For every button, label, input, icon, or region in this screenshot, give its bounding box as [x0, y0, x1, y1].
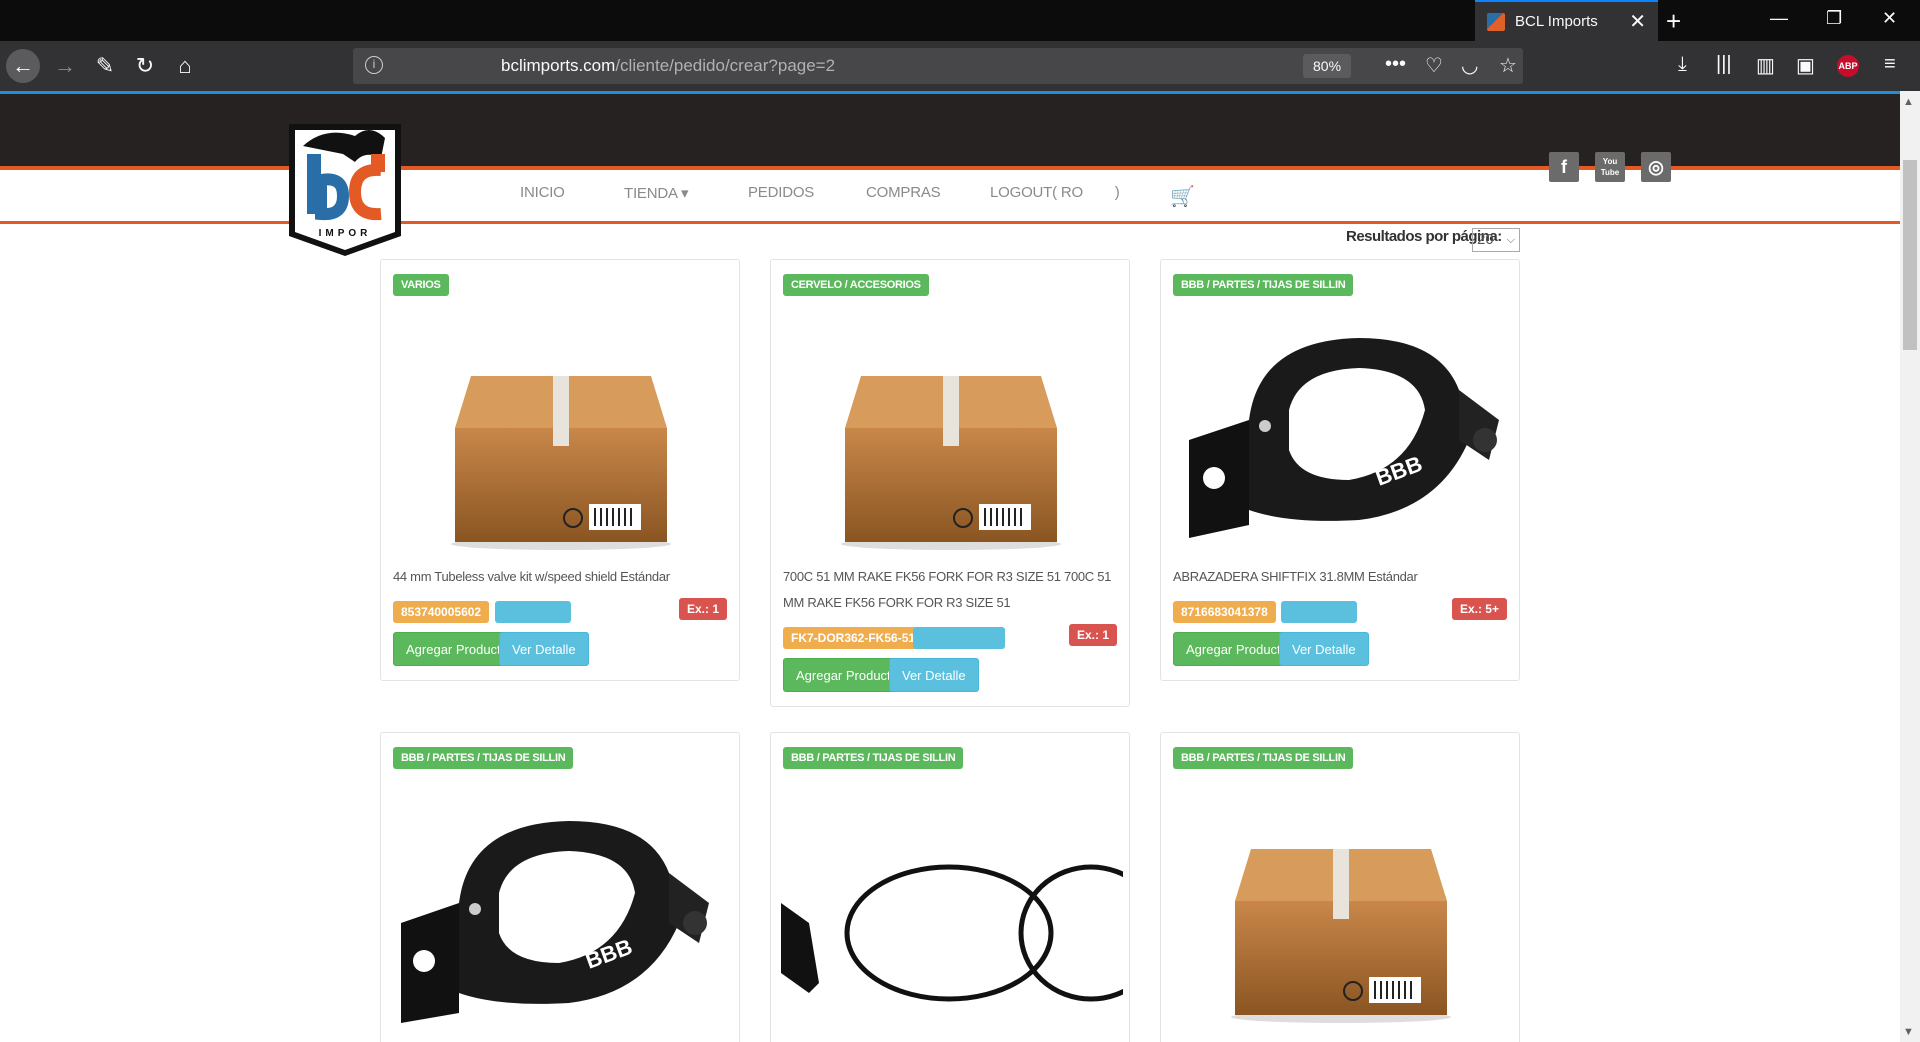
back-icon[interactable]: ← — [6, 49, 40, 83]
bcl-logo[interactable]: IMPOR — [285, 118, 405, 258]
category-badge: BBB / PARTES / TIJAS DE SILLIN — [393, 747, 574, 769]
reload-icon[interactable]: ↻ — [128, 49, 162, 83]
chevron-down-icon: ⌵ — [1506, 234, 1515, 246]
tab-title: BCL Imports — [1515, 13, 1598, 30]
view-detail-button[interactable]: Ver Detalle — [1279, 632, 1369, 666]
logo-text: IMPOR — [319, 228, 372, 239]
sku-badge: 8716683041378 — [1173, 601, 1276, 623]
category-badge: BBB / PARTES / TIJAS DE SILLIN — [1173, 274, 1354, 296]
category-badge: BBB / PARTES / TIJAS DE SILLIN — [783, 747, 964, 769]
cart-icon[interactable]: 🛒 — [1170, 184, 1195, 209]
minimize-icon[interactable]: — — [1770, 8, 1788, 29]
info-badge — [1281, 601, 1357, 623]
menu-icon[interactable]: ≡ — [1884, 53, 1896, 76]
stock-badge: Ex.: 1 — [678, 598, 727, 620]
library-icon[interactable]: ||| — [1716, 53, 1732, 76]
url-text[interactable]: bclimports.com/cliente/pedido/crear?page… — [501, 56, 835, 76]
browser-titlebar: BCL Imports ✕ + — ❐ ✕ — [0, 0, 1920, 41]
view-detail-button[interactable]: Ver Detalle — [499, 632, 589, 666]
product-image-clamp[interactable]: BBB — [1169, 310, 1513, 560]
scroll-up-icon[interactable]: ▲ — [1903, 96, 1914, 108]
product-card: BBB / PARTES / TIJAS DE SILLIN — [1160, 732, 1520, 1042]
zoom-indicator[interactable]: 80% — [1303, 54, 1352, 78]
wrench-icon[interactable]: ✎ — [88, 49, 122, 83]
nav-pedidos[interactable]: PEDIDOS — [748, 184, 814, 201]
nav-compras[interactable]: COMPRAS — [866, 184, 941, 201]
product-image-box[interactable] — [779, 310, 1123, 560]
nav-logout[interactable]: LOGOUT( RO ) — [990, 184, 1120, 201]
product-image-clamp[interactable]: BBB — [389, 783, 733, 1033]
scrollbar-thumb[interactable] — [1903, 160, 1917, 350]
product-card: VARIOS 44 mm Tubeless valve kit w/speed … — [380, 259, 740, 681]
close-tab-icon[interactable]: ✕ — [1629, 9, 1646, 34]
facebook-icon[interactable]: f — [1549, 152, 1579, 182]
downloads-icon[interactable]: ⤓ — [1678, 53, 1687, 76]
product-image-box[interactable] — [389, 310, 733, 560]
stock-badge: Ex.: 5+ — [1451, 598, 1507, 620]
lightbulb-icon[interactable]: ♡ — [1425, 53, 1443, 78]
url-path: /cliente/pedido/crear?page=2 — [615, 56, 836, 75]
extension-icon[interactable]: ▣ — [1796, 53, 1815, 78]
view-detail-button[interactable]: Ver Detalle — [889, 658, 979, 692]
category-badge: VARIOS — [393, 274, 449, 296]
product-card: BBB / PARTES / TIJAS DE SILLIN BBB — [380, 732, 740, 1042]
instagram-icon[interactable]: ◎ — [1641, 152, 1671, 182]
product-name: ABRAZADERA SHIFTFIX 31.8MM Estándar — [1173, 569, 1418, 584]
site-info-icon[interactable]: i — [365, 56, 383, 74]
category-badge: BBB / PARTES / TIJAS DE SILLIN — [1173, 747, 1354, 769]
site-favicon-icon — [1487, 12, 1505, 31]
nav-tienda[interactable]: TIENDA ▾ — [624, 184, 688, 202]
product-image-orings[interactable] — [779, 783, 1123, 1033]
product-card: CERVELO / ACCESORIOS 700C 51 MM RAKE FK5… — [770, 259, 1130, 707]
scroll-down-icon[interactable]: ▼ — [1903, 1026, 1914, 1038]
per-page-select[interactable]: 20 ⌵ — [1472, 228, 1520, 252]
product-name: 44 mm Tubeless valve kit w/speed shield … — [393, 569, 670, 584]
sku-badge: 853740005602 — [393, 601, 490, 623]
info-badge — [495, 601, 571, 623]
sidebar-icon[interactable]: ▥ — [1756, 53, 1775, 78]
forward-icon[interactable]: → — [48, 49, 82, 83]
url-bar[interactable]: i bclimports.com/cliente/pedido/crear?pa… — [353, 48, 1523, 84]
info-badge — [913, 627, 1005, 649]
product-name: 700C 51 MM RAKE FK56 FORK FOR R3 SIZE 51… — [783, 569, 1112, 610]
stock-badge: Ex.: 1 — [1068, 624, 1117, 646]
youtube-icon[interactable]: You Tube — [1595, 152, 1625, 182]
home-icon[interactable]: ⌂ — [168, 49, 202, 83]
sku-badge: FK7-DOR362-FK56-51 — [783, 627, 924, 649]
nav-inicio[interactable]: INICIO — [520, 184, 565, 201]
restore-icon[interactable]: ❐ — [1826, 8, 1842, 29]
per-page-value: 20 — [1477, 231, 1494, 248]
product-image-box[interactable] — [1169, 783, 1513, 1033]
browser-tab[interactable]: BCL Imports ✕ — [1475, 0, 1658, 41]
adblock-icon[interactable]: ABP — [1837, 55, 1859, 77]
category-badge: CERVELO / ACCESORIOS — [783, 274, 929, 296]
window-close-icon[interactable]: ✕ — [1882, 8, 1897, 29]
page-actions-icon[interactable]: ••• — [1385, 53, 1406, 76]
url-domain: bclimports.com — [501, 56, 616, 75]
product-card: BBB / PARTES / TIJAS DE SILLIN — [770, 732, 1130, 1042]
product-card: BBB / PARTES / TIJAS DE SILLIN BBB ABRAZ… — [1160, 259, 1520, 681]
browser-toolbar: ← → ✎ ↻ ⌂ i bclimports.com/cliente/pedid… — [0, 41, 1920, 91]
bookmark-star-icon[interactable]: ☆ — [1499, 53, 1517, 78]
new-tab-icon[interactable]: + — [1666, 6, 1681, 37]
page-content: IMPOR INICIO TIENDA ▾ PEDIDOS COMPRAS LO… — [0, 94, 1900, 1042]
pocket-icon[interactable]: ◡ — [1461, 53, 1478, 78]
